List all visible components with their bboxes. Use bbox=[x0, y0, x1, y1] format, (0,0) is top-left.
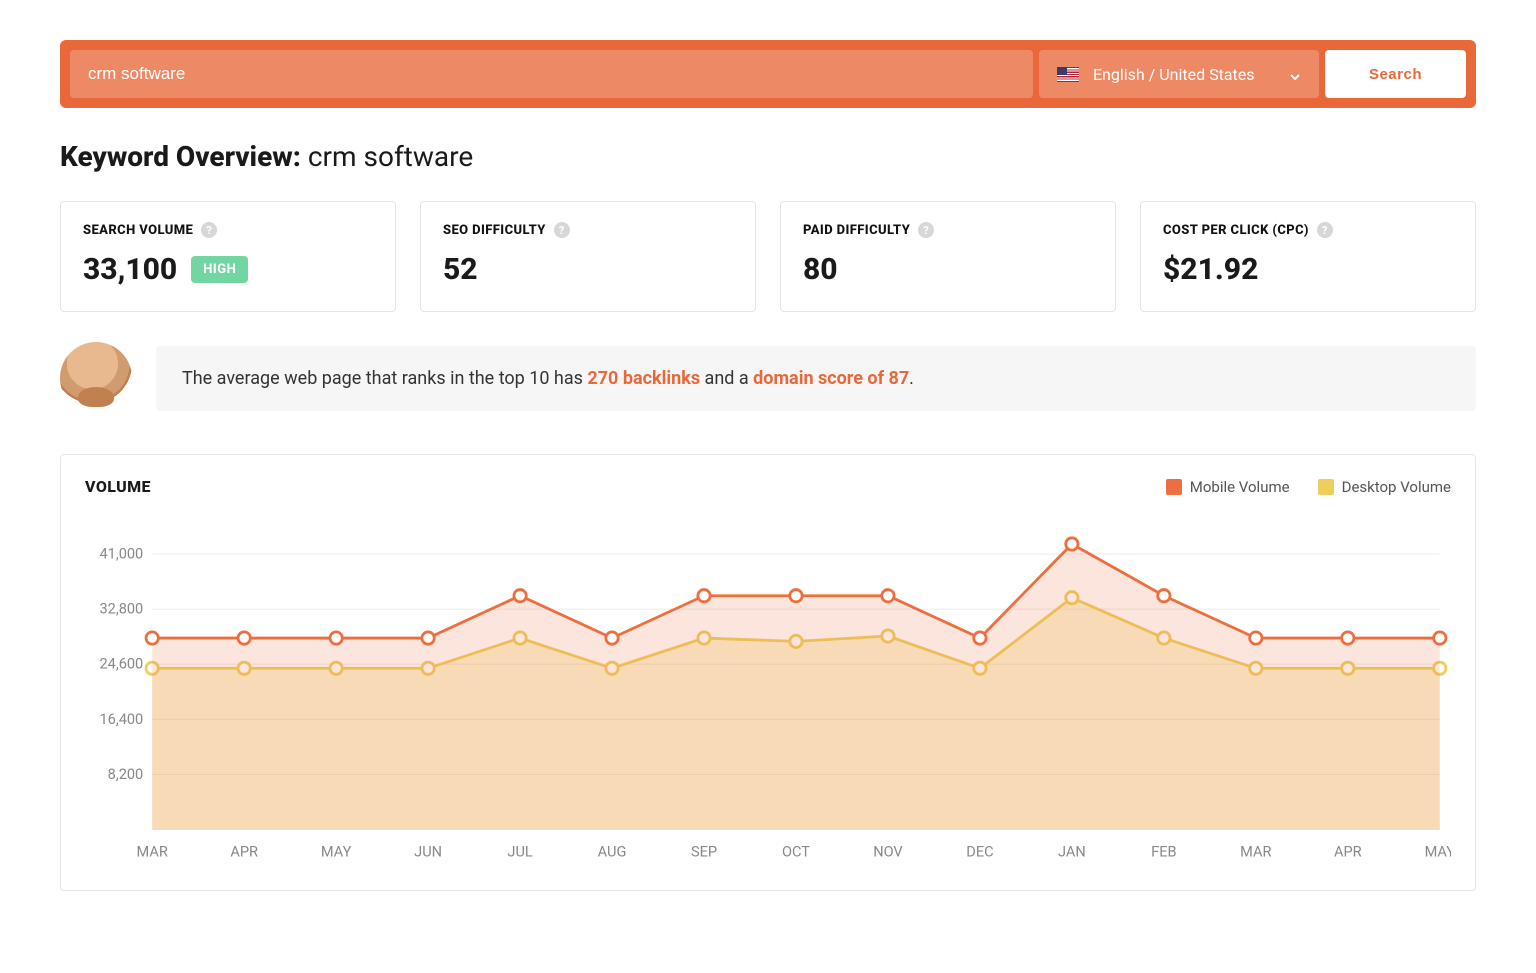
tip-row: The average web page that ranks in the t… bbox=[60, 342, 1476, 414]
svg-text:24,600: 24,600 bbox=[99, 656, 143, 673]
svg-text:AUG: AUG bbox=[598, 843, 627, 860]
tip-domain-score: domain score of 87 bbox=[753, 368, 909, 389]
svg-text:MAY: MAY bbox=[321, 843, 352, 860]
chevron-down-icon bbox=[1289, 68, 1301, 80]
page-title-keyword: crm software bbox=[308, 140, 473, 173]
svg-text:APR: APR bbox=[1334, 843, 1362, 860]
chart-title: VOLUME bbox=[85, 477, 151, 496]
label-seo-difficulty: SEO DIFFICULTY bbox=[443, 223, 546, 238]
svg-text:MAY: MAY bbox=[1425, 843, 1451, 860]
svg-text:8,200: 8,200 bbox=[108, 766, 144, 783]
tip-backlinks: 270 backlinks bbox=[587, 368, 700, 389]
legend-mobile-label: Mobile Volume bbox=[1190, 478, 1290, 496]
tip-post: . bbox=[909, 368, 914, 389]
value-cpc: $21.92 bbox=[1163, 252, 1258, 287]
tip-box: The average web page that ranks in the t… bbox=[156, 346, 1476, 411]
svg-text:JUN: JUN bbox=[414, 843, 442, 860]
svg-text:DEC: DEC bbox=[966, 843, 993, 860]
svg-text:MAR: MAR bbox=[1240, 843, 1271, 860]
chart-legend: Mobile Volume Desktop Volume bbox=[1166, 478, 1451, 496]
card-cpc: COST PER CLICK (CPC) ? $21.92 bbox=[1140, 201, 1476, 312]
us-flag-icon bbox=[1057, 67, 1079, 82]
legend-mobile: Mobile Volume bbox=[1166, 478, 1290, 496]
search-bar: English / United States Search bbox=[60, 40, 1476, 108]
value-search-volume: 33,100 bbox=[83, 252, 177, 287]
badge-search-volume: HIGH bbox=[191, 256, 248, 283]
volume-chart: 8,200 16,400 24,600 32,800 41,000 MAR APR MAY JU… bbox=[85, 516, 1451, 874]
swatch-desktop-icon bbox=[1318, 479, 1334, 495]
metrics-row: SEARCH VOLUME ? 33,100 HIGH SEO DIFFICUL… bbox=[60, 201, 1476, 312]
legend-desktop: Desktop Volume bbox=[1318, 478, 1451, 496]
card-search-volume: SEARCH VOLUME ? 33,100 HIGH bbox=[60, 201, 396, 312]
svg-text:NOV: NOV bbox=[873, 843, 903, 860]
volume-chart-card: VOLUME Mobile Volume Desktop Volume 8,20… bbox=[60, 454, 1476, 891]
svg-text:MAR: MAR bbox=[137, 843, 168, 860]
page-title-prefix: Keyword Overview: bbox=[60, 140, 308, 173]
svg-text:FEB: FEB bbox=[1151, 843, 1176, 860]
locale-selector[interactable]: English / United States bbox=[1039, 50, 1319, 98]
svg-text:16,400: 16,400 bbox=[99, 711, 143, 728]
svg-text:JAN: JAN bbox=[1058, 843, 1086, 860]
card-paid-difficulty: PAID DIFFICULTY ? 80 bbox=[780, 201, 1116, 312]
svg-text:41,000: 41,000 bbox=[99, 546, 143, 563]
svg-text:APR: APR bbox=[230, 843, 258, 860]
svg-text:JUL: JUL bbox=[507, 843, 532, 860]
card-seo-difficulty: SEO DIFFICULTY ? 52 bbox=[420, 201, 756, 312]
info-icon[interactable]: ? bbox=[918, 222, 934, 238]
locale-label: English / United States bbox=[1093, 65, 1255, 84]
info-icon[interactable]: ? bbox=[201, 222, 217, 238]
search-button[interactable]: Search bbox=[1325, 50, 1466, 98]
keyword-search-input[interactable] bbox=[70, 50, 1033, 98]
value-seo-difficulty: 52 bbox=[443, 252, 478, 287]
page-title: Keyword Overview: crm software bbox=[60, 140, 1476, 173]
tip-pre: The average web page that ranks in the t… bbox=[182, 368, 587, 389]
swatch-mobile-icon bbox=[1166, 479, 1182, 495]
info-icon[interactable]: ? bbox=[1317, 222, 1333, 238]
label-cpc: COST PER CLICK (CPC) bbox=[1163, 223, 1309, 238]
label-search-volume: SEARCH VOLUME bbox=[83, 223, 193, 238]
label-paid-difficulty: PAID DIFFICULTY bbox=[803, 223, 910, 238]
legend-desktop-label: Desktop Volume bbox=[1342, 478, 1451, 496]
tip-mid: and a bbox=[700, 368, 753, 389]
svg-text:OCT: OCT bbox=[782, 843, 810, 860]
avatar bbox=[60, 342, 132, 414]
info-icon[interactable]: ? bbox=[554, 222, 570, 238]
svg-text:32,800: 32,800 bbox=[99, 601, 143, 618]
svg-text:SEP: SEP bbox=[691, 843, 717, 860]
value-paid-difficulty: 80 bbox=[803, 252, 838, 287]
